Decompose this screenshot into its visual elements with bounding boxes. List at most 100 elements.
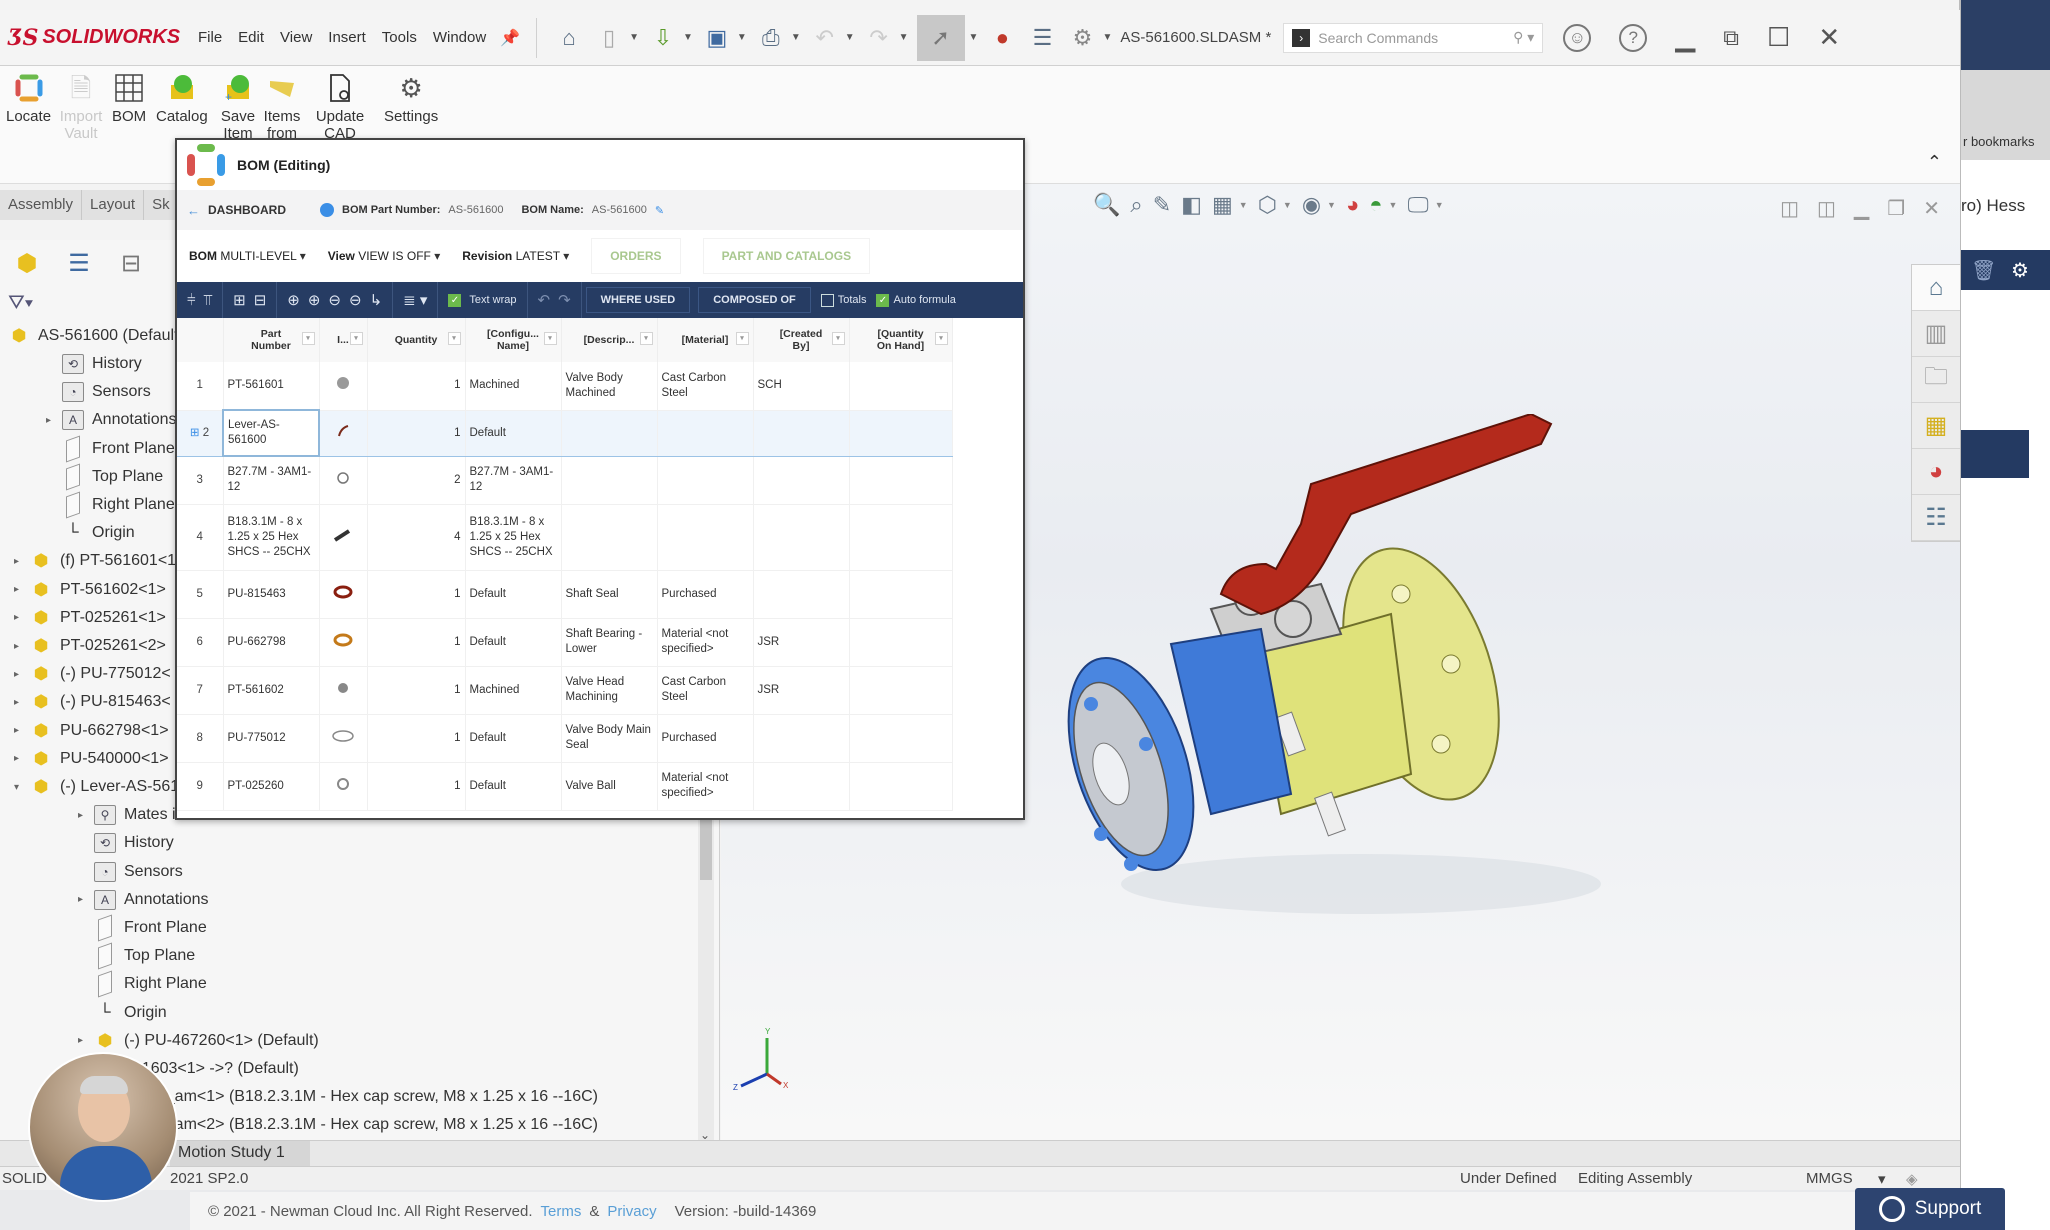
text-wrap-toggle[interactable]: ✓ Text wrap <box>438 282 528 318</box>
description-cell[interactable]: Valve Body Main Seal <box>561 714 658 763</box>
open-icon[interactable]: ⇩ <box>647 22 679 54</box>
redo-icon[interactable]: ↷ <box>558 291 571 309</box>
expand-arrow-icon[interactable]: ▸ <box>46 415 60 426</box>
delete-column-icon[interactable]: ⊟ <box>254 291 267 309</box>
tab-motion-study-1[interactable]: Motion Study 1 <box>170 1141 310 1167</box>
configuration-cell[interactable]: Default <box>465 762 562 811</box>
col-description[interactable]: [Descrip... ▾ <box>561 318 658 362</box>
print-icon[interactable]: ⎙ <box>755 22 787 54</box>
options-gear-icon[interactable]: ⚙ <box>1066 22 1098 54</box>
created-by-cell[interactable]: JSR <box>753 666 850 715</box>
viewport-close-icon[interactable]: ✕ <box>1923 196 1940 221</box>
revision-dropdown[interactable]: Revision LATEST ▾ <box>462 249 569 263</box>
col-image[interactable]: I... ▾ <box>319 318 368 362</box>
menu-edit[interactable]: Edit <box>238 29 264 46</box>
column-filter-icon[interactable]: ▾ <box>301 332 315 345</box>
description-cell[interactable] <box>561 504 658 571</box>
hide-show-icon[interactable]: ◕ <box>1346 192 1359 218</box>
expand-arrow-icon[interactable]: ▸ <box>14 584 28 595</box>
totals-checkbox[interactable] <box>820 293 834 307</box>
col-quantity[interactable]: Quantity ▾ <box>367 318 466 362</box>
created-by-cell[interactable] <box>753 762 850 811</box>
material-cell[interactable] <box>657 456 754 505</box>
task-pane-appearances-icon[interactable]: ◕ <box>1912 449 1960 495</box>
ribbon-locate[interactable]: Locate <box>6 72 51 125</box>
part-number-cell[interactable]: PT-025260 <box>223 762 320 811</box>
tree-item[interactable]: Right Plane <box>46 491 175 519</box>
tree-item[interactable]: ▸ A Annotations <box>46 406 177 434</box>
quantity-cell[interactable]: 1 <box>367 714 466 763</box>
table-row[interactable]: 7 PT-561602 1 Machined Valve Head Machining C… <box>177 666 953 715</box>
close-button[interactable]: ✕ <box>1818 22 1840 53</box>
save-icon[interactable]: ▣ <box>701 22 733 54</box>
traffic-light-icon[interactable]: ● <box>986 22 1018 54</box>
tree-item[interactable]: Top Plane <box>78 942 195 970</box>
undo-icon[interactable]: ↶ <box>809 22 841 54</box>
quantity-on-hand-cell[interactable] <box>849 410 953 457</box>
align-icon[interactable]: ≣ ▾ <box>403 291 427 309</box>
thumbnail-cell[interactable] <box>319 714 368 763</box>
expand-arrow-icon[interactable]: ▸ <box>14 669 28 680</box>
description-cell[interactable]: Shaft Seal <box>561 570 658 619</box>
chevron-down-icon[interactable]: ▼ <box>1435 200 1444 210</box>
menu-window[interactable]: Window <box>433 29 486 46</box>
chevron-down-icon[interactable]: ▼ <box>1327 200 1336 210</box>
description-cell[interactable]: Valve Head Machining <box>561 666 658 715</box>
quantity-cell[interactable]: 1 <box>367 410 466 457</box>
tree-item[interactable]: ◔ Sensors <box>78 858 183 886</box>
created-by-cell[interactable] <box>753 456 850 505</box>
created-by-cell[interactable] <box>753 410 850 457</box>
view-dropdown[interactable]: View VIEW IS OFF ▾ <box>328 249 441 263</box>
move-down-icon[interactable]: ⊕ <box>308 291 321 309</box>
thumbnail-cell[interactable] <box>319 504 368 571</box>
tab-sketch[interactable]: Sk <box>144 190 179 220</box>
task-pane-view-palette-icon[interactable]: ▦ <box>1912 403 1960 449</box>
collapse-ribbon-icon[interactable]: ⌃ <box>1927 152 1942 173</box>
split-right-icon[interactable]: ◫ <box>1817 196 1836 221</box>
part-number-cell[interactable]: PU-662798 <box>223 618 320 667</box>
material-cell[interactable]: Cast Carbon Steel <box>657 666 754 715</box>
col-part-number[interactable]: Part Number ▾ <box>223 318 320 362</box>
description-cell[interactable]: Valve Ball <box>561 762 658 811</box>
col-material[interactable]: [Material] ▾ <box>657 318 754 362</box>
feature-tree-tab-icon[interactable]: ⬢ <box>8 244 46 282</box>
part-number-cell[interactable]: PT-561602 <box>223 666 320 715</box>
quantity-on-hand-cell[interactable] <box>849 456 953 505</box>
filter-icon[interactable]: ⛛▾ <box>8 292 33 315</box>
chevron-down-icon[interactable]: ▼ <box>1102 32 1112 43</box>
tree-item[interactable]: ▸ ⬢ (-) PU-815463< <box>14 688 171 716</box>
maximize-button[interactable]: ☐ <box>1767 22 1790 53</box>
created-by-cell[interactable]: SCH <box>753 362 850 411</box>
quantity-cell[interactable]: 1 <box>367 762 466 811</box>
created-by-cell[interactable] <box>753 714 850 763</box>
ribbon-catalog[interactable]: Catalog <box>156 72 208 125</box>
selected-nav-item[interactable] <box>1961 430 2029 478</box>
column-filter-icon[interactable]: ▾ <box>447 332 461 345</box>
ribbon-items-from[interactable]: Items from <box>262 72 302 142</box>
description-cell[interactable] <box>561 410 658 457</box>
expand-arrow-icon[interactable]: ▾ <box>14 782 28 793</box>
expand-arrow-icon[interactable]: ▸ <box>14 725 28 736</box>
column-filter-icon[interactable]: ▾ <box>735 332 749 345</box>
tree-item[interactable]: ▸ ⬢ (f) PT-561601<1 <box>14 547 176 575</box>
material-cell[interactable]: Purchased <box>657 570 754 619</box>
chevron-down-icon[interactable]: ▼ <box>969 32 979 43</box>
section-view-icon[interactable]: ◧ <box>1181 192 1202 218</box>
table-row[interactable]: 9 PT-025260 1 Default Valve Ball Material <no… <box>177 762 953 811</box>
chevron-down-icon[interactable]: ▼ <box>629 32 639 43</box>
column-filter-icon[interactable]: ▾ <box>543 332 557 345</box>
zoom-to-area-icon[interactable]: ⌕ <box>1130 192 1142 218</box>
chevron-down-icon[interactable]: ▼ <box>1239 200 1248 210</box>
column-filter-icon[interactable]: ▾ <box>639 332 653 345</box>
tree-item[interactable]: ▸ ⬢ PT-561602<1> <box>14 576 166 604</box>
menu-tools[interactable]: Tools <box>382 29 417 46</box>
tree-item[interactable]: Front Plane <box>78 914 207 942</box>
configuration-cell[interactable]: B18.3.1M - 8 x 1.25 x 25 Hex SHCS -- 25C… <box>465 504 562 571</box>
tree-item[interactable]: Right Plane <box>78 970 207 998</box>
part-number-cell[interactable]: B18.3.1M - 8 x 1.25 x 25 Hex SHCS -- 25C… <box>223 504 320 571</box>
material-cell[interactable]: Material <not specified> <box>657 618 754 667</box>
thumbnail-cell[interactable] <box>319 762 368 811</box>
tree-item[interactable]: Front Plane <box>46 435 175 463</box>
rebuild-icon[interactable]: ◈ <box>1906 1170 1918 1188</box>
configuration-cell[interactable]: Default <box>465 410 562 457</box>
